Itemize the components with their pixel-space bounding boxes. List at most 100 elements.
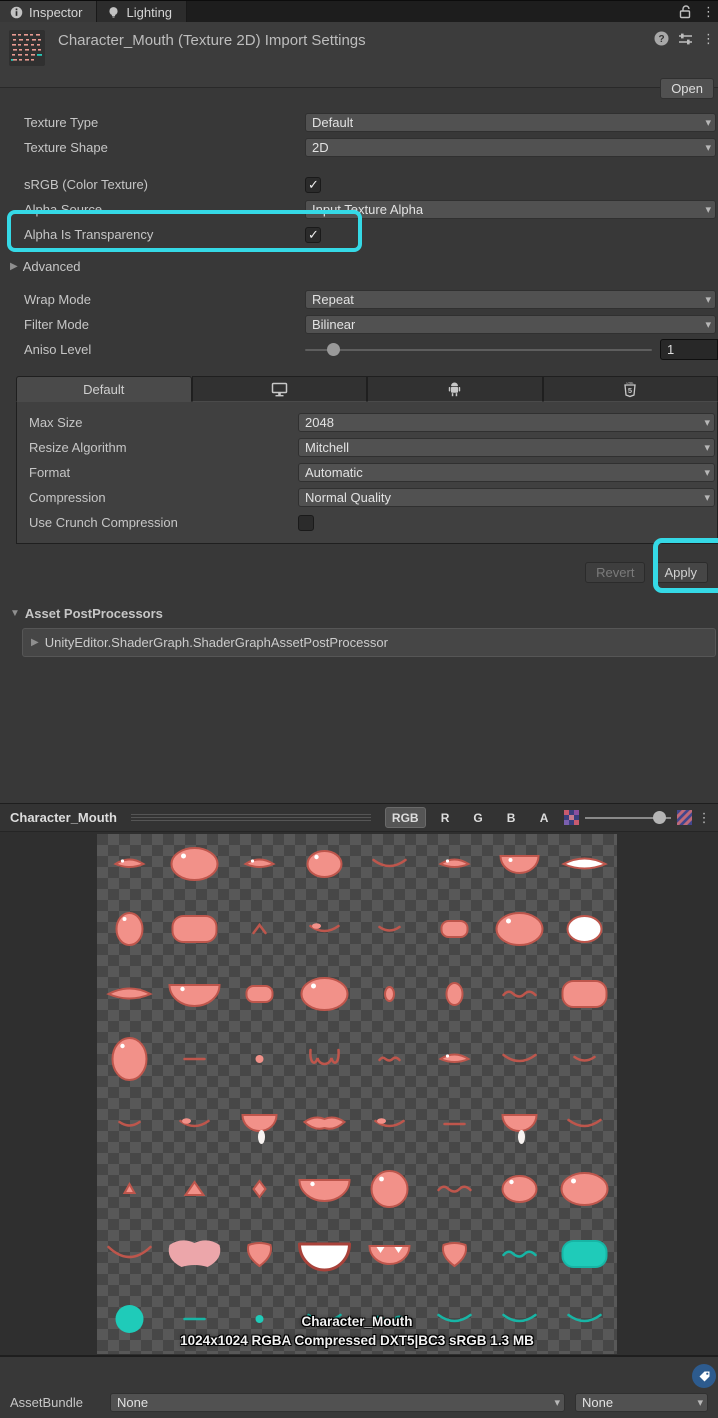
preview-drag-handle[interactable] <box>131 814 371 822</box>
mip-level-slider[interactable] <box>585 808 671 827</box>
channel-g-button[interactable]: G <box>465 807 492 828</box>
texture-preview[interactable]: Character_Mouth 1024x1024 RGBA Compresse… <box>97 834 617 1354</box>
webgl-html5-icon: HTML5 <box>623 381 637 398</box>
asset-labels-button[interactable] <box>692 1364 716 1388</box>
filter-mode-label: Filter Mode <box>24 317 305 332</box>
platform-tab-standalone[interactable] <box>192 376 368 402</box>
format-dropdown[interactable]: Automatic ▾ <box>298 463 715 482</box>
alpha-source-dropdown[interactable]: Input Texture Alpha ▾ <box>305 200 716 219</box>
row-srgb: sRGB (Color Texture) ✓ <box>0 172 718 197</box>
preview-info-stats: 1024x1024 RGBA Compressed DXT5|BC3 sRGB … <box>97 1331 617 1350</box>
tab-lighting-label: Lighting <box>126 5 172 20</box>
postprocessor-item-label: UnityEditor.ShaderGraph.ShaderGraphAsset… <box>45 635 388 650</box>
assetbundle-dropdown[interactable]: None ▾ <box>110 1393 565 1412</box>
advanced-label: Advanced <box>23 259 81 274</box>
chevron-down-icon: ▾ <box>704 416 710 429</box>
platform-settings-box: Default HTML5 Max Size 2048 ▾ <box>16 376 718 544</box>
texture-shape-dropdown[interactable]: 2D ▾ <box>305 138 716 157</box>
revert-button[interactable]: Revert <box>585 562 645 583</box>
texture-type-dropdown[interactable]: Default ▾ <box>305 113 716 132</box>
row-crunch-compression: Use Crunch Compression ✓ <box>17 510 717 535</box>
tab-inspector[interactable]: Inspector <box>0 1 97 23</box>
channel-a-button[interactable]: A <box>531 807 558 828</box>
window-tab-strip: Inspector Lighting ⋮ <box>0 0 718 22</box>
import-settings-header: Character_Mouth (Texture 2D) Import Sett… <box>0 22 718 88</box>
mouth-sprite-grid <box>97 834 617 1354</box>
preview-area: Character_Mouth 1024x1024 RGBA Compresse… <box>0 832 718 1355</box>
platform-tabs: Default HTML5 <box>16 376 718 402</box>
apply-button[interactable]: Apply <box>653 562 708 583</box>
assetbundle-row: AssetBundle None ▾ None ▾ <box>0 1393 718 1412</box>
chevron-down-icon: ▾ <box>705 203 711 216</box>
texture-type-value: Default <box>312 115 353 130</box>
compression-label: Compression <box>29 490 298 505</box>
platform-tab-webgl[interactable]: HTML5 <box>543 376 718 402</box>
filter-mode-dropdown[interactable]: Bilinear ▾ <box>305 315 716 334</box>
unlock-icon[interactable] <box>679 5 692 19</box>
tab-menu-icon[interactable]: ⋮ <box>702 5 710 18</box>
max-size-dropdown[interactable]: 2048 ▾ <box>298 413 715 432</box>
chevron-down-icon: ▾ <box>705 141 711 154</box>
tab-strip-controls: ⋮ <box>679 1 718 22</box>
preview-info-name: Character_Mouth <box>97 1312 617 1331</box>
srgb-checkbox[interactable]: ✓ <box>305 177 321 193</box>
advanced-foldout[interactable]: ▶ Advanced <box>0 255 718 277</box>
chevron-down-icon: ▾ <box>704 466 710 479</box>
texture-thumbnail <box>9 30 45 66</box>
mip-low-icon <box>564 810 579 825</box>
channel-rgb-button[interactable]: RGB <box>385 807 426 828</box>
row-aniso-level: Aniso Level 1 <box>0 337 718 362</box>
crunch-compression-checkbox[interactable]: ✓ <box>298 515 314 531</box>
resize-algorithm-value: Mitchell <box>305 440 349 455</box>
platform-tab-default-label: Default <box>83 382 124 397</box>
tag-icon <box>698 1370 711 1383</box>
aniso-level-label: Aniso Level <box>24 342 305 357</box>
slider-handle[interactable] <box>327 343 340 356</box>
foldout-expanded-icon: ▼ <box>10 608 20 619</box>
filter-mode-value: Bilinear <box>312 317 355 332</box>
max-size-label: Max Size <box>29 415 298 430</box>
assetbundle-variant-value: None <box>582 1395 613 1410</box>
asset-postprocessors-label: Asset PostProcessors <box>25 606 163 621</box>
help-icon[interactable]: ? <box>654 31 669 46</box>
footer: AssetBundle None ▾ None ▾ <box>0 1355 718 1418</box>
preview-title: Character_Mouth <box>10 810 117 825</box>
svg-text:?: ? <box>658 34 664 45</box>
chevron-down-icon: ▾ <box>705 318 711 331</box>
info-icon <box>10 6 23 19</box>
row-resize-algorithm: Resize Algorithm Mitchell ▾ <box>17 435 717 460</box>
alpha-is-transparency-checkbox[interactable]: ✓ <box>305 227 321 243</box>
mip-high-icon <box>677 810 692 825</box>
alpha-source-label: Alpha Source <box>24 202 305 217</box>
texture-type-label: Texture Type <box>24 115 305 130</box>
format-value: Automatic <box>305 465 363 480</box>
aniso-level-field[interactable]: 1 <box>660 339 718 360</box>
crunch-compression-label: Use Crunch Compression <box>29 515 298 530</box>
alpha-is-transparency-label: Alpha Is Transparency <box>24 227 305 242</box>
asset-postprocessors-foldout[interactable]: ▼ Asset PostProcessors <box>0 602 718 624</box>
preview-menu-icon[interactable]: ⋮ <box>698 811 706 824</box>
row-texture-shape: Texture Shape 2D ▾ <box>0 135 718 160</box>
postprocessor-item[interactable]: ▶ UnityEditor.ShaderGraph.ShaderGraphAss… <box>22 628 716 657</box>
channel-r-button[interactable]: R <box>432 807 459 828</box>
platform-tab-android[interactable] <box>367 376 543 402</box>
wrap-mode-dropdown[interactable]: Repeat ▾ <box>305 290 716 309</box>
aniso-level-slider[interactable] <box>305 340 652 359</box>
preview-info: Character_Mouth 1024x1024 RGBA Compresse… <box>97 1312 617 1350</box>
resize-algorithm-dropdown[interactable]: Mitchell ▾ <box>298 438 715 457</box>
tab-lighting[interactable]: Lighting <box>97 1 187 23</box>
header-menu-icon[interactable]: ⋮ <box>702 32 710 45</box>
max-size-value: 2048 <box>305 415 334 430</box>
channel-b-button[interactable]: B <box>498 807 525 828</box>
chevron-down-icon: ▾ <box>705 116 711 129</box>
row-wrap-mode: Wrap Mode Repeat ▾ <box>0 287 718 312</box>
compression-dropdown[interactable]: Normal Quality ▾ <box>298 488 715 507</box>
wrap-mode-label: Wrap Mode <box>24 292 305 307</box>
presets-icon[interactable] <box>678 32 693 46</box>
assetbundle-variant-dropdown[interactable]: None ▾ <box>575 1393 708 1412</box>
row-filter-mode: Filter Mode Bilinear ▾ <box>0 312 718 337</box>
platform-tab-default[interactable]: Default <box>16 376 192 402</box>
slider-handle[interactable] <box>653 811 666 824</box>
tab-inspector-label: Inspector <box>29 5 82 20</box>
page-title: Character_Mouth (Texture 2D) Import Sett… <box>58 32 366 49</box>
